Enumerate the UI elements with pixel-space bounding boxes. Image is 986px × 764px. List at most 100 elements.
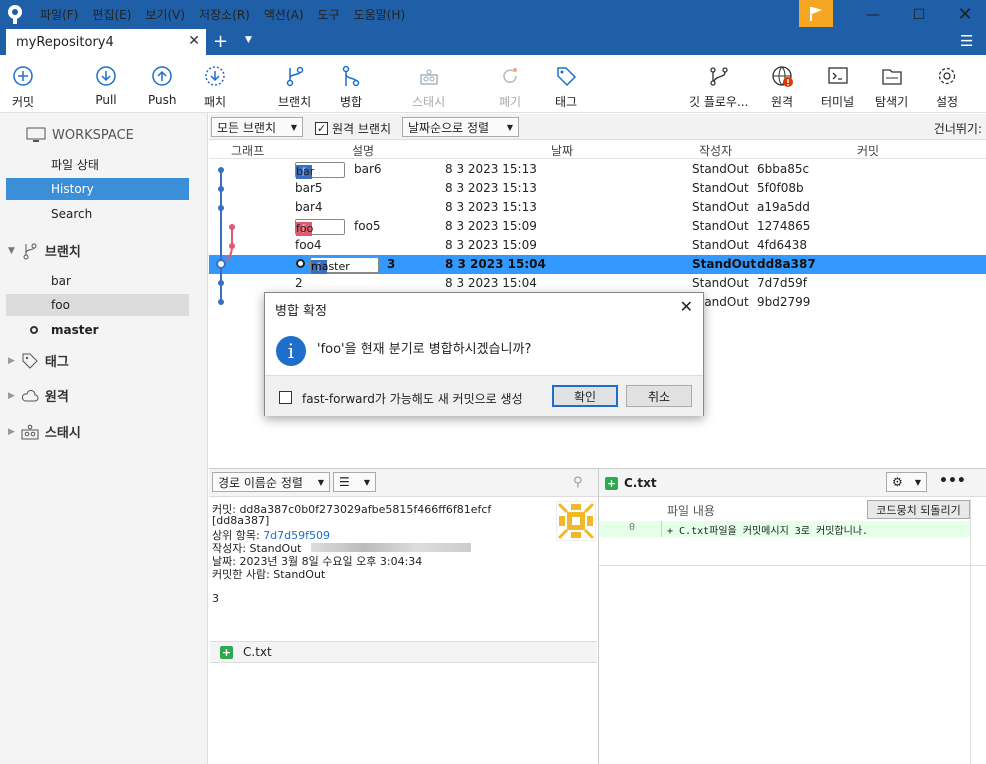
remote-branch-checkbox[interactable]: ✓ 원격 브랜치	[315, 120, 391, 137]
commit-row[interactable]: ᚴ master 3 8 3 2023 15:04 StandOut dd8a387	[209, 255, 986, 274]
terminal-button[interactable]: 터미널	[821, 65, 854, 110]
settings-button[interactable]: 설정	[936, 65, 958, 110]
changed-file-row[interactable]: + C.txt	[210, 641, 597, 663]
commit-hash: dd8a387	[757, 257, 816, 271]
col-author[interactable]: 작성자	[699, 142, 732, 159]
commit-row[interactable]: foo4 8 3 2023 15:09 StandOut 4fd6438	[209, 236, 986, 255]
sidebar-branch-master[interactable]: master	[6, 319, 189, 341]
stash-label: 스태시	[412, 95, 446, 109]
new-tab-icon[interactable]: +	[213, 31, 228, 52]
commit-row[interactable]: ᚴ foo foo5 8 3 2023 15:09 StandOut 1274865	[209, 217, 986, 236]
cancel-button[interactable]: 취소	[626, 385, 692, 407]
branch-filter-dropdown[interactable]: 모든 브랜치 ▼	[211, 117, 303, 137]
info-icon: i	[276, 336, 306, 366]
dialog-title: 병합 확정	[275, 304, 327, 319]
branch-ref-label: ᚴ master	[310, 257, 379, 274]
sidebar-item-history[interactable]: History	[6, 178, 189, 200]
commit-graph	[216, 167, 235, 305]
col-commit[interactable]: 커밋	[857, 142, 879, 159]
flag-icon[interactable]	[799, 0, 833, 27]
col-date[interactable]: 날짜	[551, 142, 573, 159]
folder-icon	[881, 69, 902, 85]
revert-hunk-button[interactable]: 코드뭉치 되돌리기	[867, 500, 970, 519]
maximize-icon[interactable]: ☐	[896, 0, 942, 29]
remotes-header[interactable]: ▶ 원격	[8, 386, 69, 405]
col-description[interactable]: 설명	[352, 142, 374, 159]
push-icon	[152, 66, 172, 86]
merge-button[interactable]: 병합	[340, 65, 362, 110]
commit-row[interactable]: 2 8 3 2023 15:04 StandOut 7d7d59f	[209, 274, 986, 293]
remote-button[interactable]: 원격	[771, 65, 793, 110]
pull-button[interactable]: Pull	[95, 65, 117, 107]
commit-author: StandOut	[692, 276, 749, 290]
repo-tab[interactable]: myRepository4 ✕	[6, 29, 206, 55]
sidebar-item-search[interactable]: Search	[6, 203, 189, 225]
hamburger-menu-icon[interactable]: ☰	[960, 32, 973, 50]
commit-list-header: 그래프 설명 날짜 작성자 커밋	[209, 140, 986, 159]
file-sort-dropdown[interactable]: 경로 이름순 정렬 ▼	[212, 472, 330, 492]
close-icon[interactable]: ✕	[942, 0, 986, 29]
commit-hash: 7d7d59f	[757, 276, 807, 290]
ok-button[interactable]: 확인	[552, 385, 618, 407]
sidebar-branch-bar[interactable]: bar	[6, 270, 189, 292]
search-icon[interactable]: ⚲	[573, 475, 583, 490]
menu-repository[interactable]: 저장소(R)	[199, 6, 250, 23]
minimize-icon[interactable]: —	[850, 0, 896, 29]
sidebar-branch-foo[interactable]: foo	[6, 294, 189, 316]
commit-row[interactable]: bar4 8 3 2023 15:13 StandOut a19a5dd	[209, 198, 986, 217]
menu-edit[interactable]: 편집(E)	[92, 6, 131, 23]
patch-button[interactable]: 패치	[204, 65, 226, 110]
menu-view[interactable]: 보기(V)	[145, 6, 185, 23]
graph-node	[218, 205, 224, 211]
fast-forward-checkbox[interactable]	[279, 391, 292, 404]
branches-header[interactable]: ▼ 브랜치	[8, 241, 81, 260]
commit-date: 8 3 2023 15:13	[445, 162, 537, 176]
commit-date: 8 3 2023 15:04	[445, 276, 537, 290]
stashes-header[interactable]: ▶ 스태시	[8, 422, 81, 441]
branch-button[interactable]: 브랜치	[278, 65, 311, 110]
menu-file[interactable]: 파일(F)	[40, 6, 78, 23]
commit-button[interactable]: 커밋	[12, 65, 34, 110]
commit-hash: 9bd2799	[757, 295, 811, 309]
stash-icon	[21, 424, 39, 439]
sidebar-item-file-status[interactable]: 파일 상태	[6, 153, 189, 175]
stash-button[interactable]: 스태시	[412, 65, 445, 110]
discard-button[interactable]: 폐기	[499, 65, 521, 110]
commit-row[interactable]: ᚴ bar bar6 8 3 2023 15:13 StandOut 6bba85c	[209, 160, 986, 179]
menu-actions[interactable]: 액션(A)	[264, 6, 304, 23]
file-added-icon: +	[605, 476, 618, 490]
tag-button[interactable]: 태그	[555, 65, 577, 110]
app-logo-icon	[6, 4, 24, 24]
explorer-button[interactable]: 탐색기	[875, 65, 908, 110]
diff-file-header: + C.txt	[605, 476, 657, 490]
commit-date: 8 3 2023 15:09	[445, 238, 537, 252]
gear-icon: ⚙	[892, 475, 903, 489]
diff-options-dropdown[interactable]: ⚙ ▼	[886, 472, 927, 492]
commit-description: 2	[295, 276, 303, 290]
graph-node	[218, 299, 224, 305]
col-graph[interactable]: 그래프	[231, 142, 264, 159]
commit-hash: a19a5dd	[757, 200, 810, 214]
view-mode-dropdown[interactable]: ☰ ▼	[333, 472, 376, 492]
branch-icon	[23, 243, 37, 259]
tab-close-icon[interactable]: ✕	[188, 33, 200, 49]
commit-row[interactable]: bar5 8 3 2023 15:13 StandOut 5f0f08b	[209, 179, 986, 198]
tag-label: 태그	[555, 95, 578, 109]
avatar	[556, 501, 596, 541]
commit-author: StandOut	[692, 257, 757, 271]
tags-header[interactable]: ▶ 태그	[8, 351, 69, 370]
tab-dropdown-icon[interactable]: ▼	[245, 35, 252, 45]
dialog-close-icon[interactable]: ✕	[680, 297, 693, 316]
menu-help[interactable]: 도움말(H)	[354, 6, 406, 23]
chevron-down-icon: ▼	[363, 477, 370, 487]
fast-forward-label[interactable]: fast-forward가 가능해도 새 커밋으로 생성	[302, 390, 523, 407]
push-button[interactable]: Push	[148, 65, 177, 107]
commit-short-hash: [dd8a387]	[212, 514, 270, 527]
git-flow-button[interactable]: 깃 플로우...	[689, 65, 748, 110]
menu-tools[interactable]: 도구	[318, 6, 340, 23]
branch-icon	[286, 66, 303, 87]
commit-description: bar6	[354, 162, 382, 176]
terminal-label: 터미널	[821, 95, 855, 109]
sort-dropdown[interactable]: 날짜순으로 정렬 ▼	[402, 117, 519, 137]
more-options-icon[interactable]: •••	[939, 473, 966, 489]
